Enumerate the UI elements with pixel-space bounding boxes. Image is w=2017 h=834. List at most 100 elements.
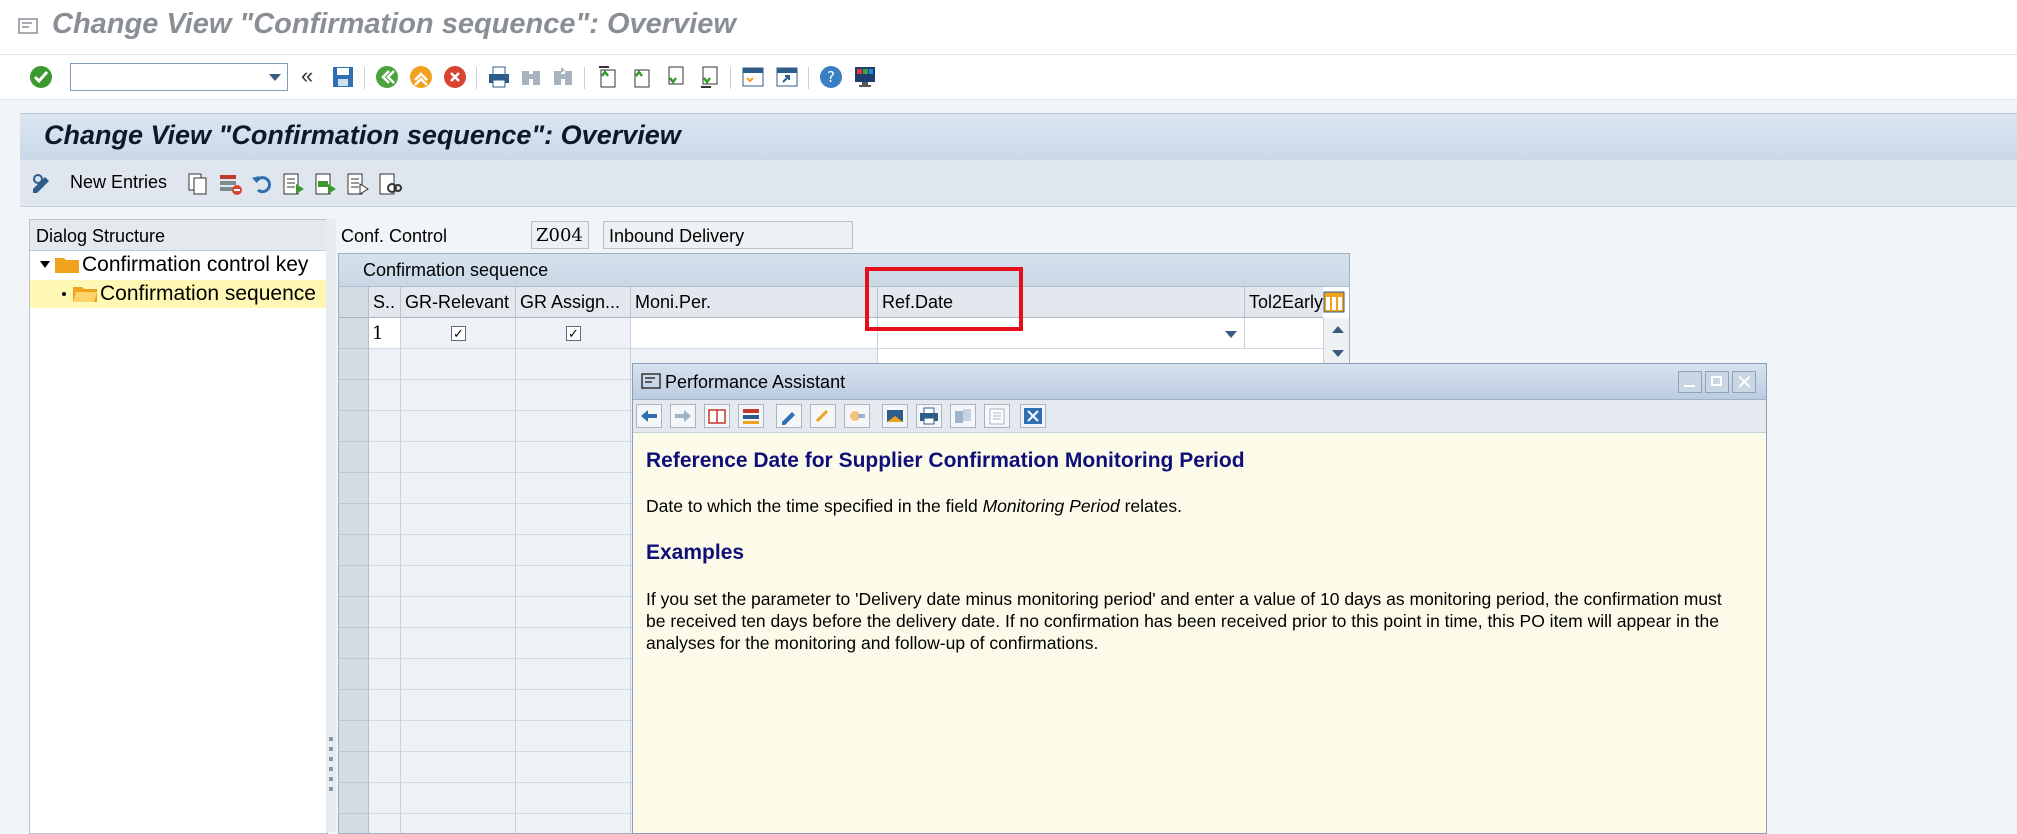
- scroll-down-icon[interactable]: [1332, 350, 1344, 357]
- row-selector[interactable]: [339, 566, 369, 597]
- expand-triangle-icon[interactable]: [40, 261, 50, 268]
- previous-page-button[interactable]: [628, 64, 654, 90]
- row-selector[interactable]: [339, 628, 369, 659]
- pa-copy-button[interactable]: [950, 404, 976, 428]
- print-button[interactable]: [486, 64, 512, 90]
- row-selector[interactable]: [339, 349, 369, 380]
- empty-cell[interactable]: [369, 473, 401, 504]
- command-field[interactable]: [70, 63, 288, 91]
- minimize-button[interactable]: [1678, 371, 1702, 393]
- empty-cell[interactable]: [516, 783, 631, 814]
- row-selector[interactable]: [339, 411, 369, 442]
- next-page-button[interactable]: [662, 64, 688, 90]
- empty-cell[interactable]: [516, 535, 631, 566]
- empty-cell[interactable]: [401, 721, 516, 752]
- empty-cell[interactable]: [516, 380, 631, 411]
- column-header-seq[interactable]: S..: [369, 287, 401, 318]
- empty-cell[interactable]: [401, 504, 516, 535]
- empty-cell[interactable]: [369, 442, 401, 473]
- empty-cell[interactable]: [369, 752, 401, 783]
- app-menu-icon[interactable]: [18, 18, 38, 34]
- empty-cell[interactable]: [516, 628, 631, 659]
- empty-cell[interactable]: [401, 628, 516, 659]
- exit-button[interactable]: [408, 64, 434, 90]
- empty-cell[interactable]: [369, 814, 401, 833]
- enter-button[interactable]: [28, 64, 54, 90]
- empty-cell[interactable]: [516, 473, 631, 504]
- empty-cell[interactable]: [516, 349, 631, 380]
- select-all-rows-corner[interactable]: [339, 287, 369, 318]
- scroll-up-icon[interactable]: [1332, 326, 1344, 333]
- row-selector[interactable]: [339, 690, 369, 721]
- empty-cell[interactable]: [369, 380, 401, 411]
- new-entries-button[interactable]: New Entries: [70, 172, 167, 193]
- pa-back-button[interactable]: [636, 404, 662, 428]
- column-header-gr-relevant[interactable]: GR-Relevant: [401, 287, 516, 318]
- row-selector[interactable]: [339, 752, 369, 783]
- panel-splitter[interactable]: [326, 219, 336, 832]
- empty-cell[interactable]: [516, 597, 631, 628]
- empty-cell[interactable]: [401, 442, 516, 473]
- empty-cell[interactable]: [401, 814, 516, 833]
- select-all-icon[interactable]: [282, 172, 306, 196]
- row-selector[interactable]: [339, 659, 369, 690]
- maximize-button[interactable]: [1705, 371, 1729, 393]
- pa-edit-button[interactable]: [776, 404, 802, 428]
- pa-application-help-button[interactable]: [704, 404, 730, 428]
- empty-cell[interactable]: [401, 659, 516, 690]
- gr-relevant-checkbox[interactable]: ✓: [451, 326, 466, 341]
- empty-cell[interactable]: [369, 597, 401, 628]
- row-selector[interactable]: [339, 473, 369, 504]
- row-selector[interactable]: [339, 721, 369, 752]
- generate-shortcut-button[interactable]: [774, 64, 800, 90]
- empty-cell[interactable]: [401, 535, 516, 566]
- gr-assign-checkbox[interactable]: ✓: [566, 326, 581, 341]
- empty-cell[interactable]: [516, 504, 631, 535]
- pa-print-button[interactable]: [916, 404, 942, 428]
- row-selector[interactable]: [339, 504, 369, 535]
- empty-cell[interactable]: [401, 411, 516, 442]
- last-page-button[interactable]: [696, 64, 722, 90]
- chevron-down-icon[interactable]: [1225, 331, 1237, 338]
- pa-glossary-button[interactable]: [882, 404, 908, 428]
- empty-cell[interactable]: [516, 442, 631, 473]
- row-selector[interactable]: [339, 442, 369, 473]
- empty-cell[interactable]: [369, 690, 401, 721]
- empty-cell[interactable]: [401, 380, 516, 411]
- create-session-button[interactable]: [740, 64, 766, 90]
- empty-cell[interactable]: [369, 566, 401, 597]
- tol2early-input[interactable]: [1245, 318, 1323, 349]
- chevron-down-icon[interactable]: [269, 74, 281, 81]
- cancel-button[interactable]: [442, 64, 468, 90]
- deselect-all-icon[interactable]: [346, 172, 370, 196]
- empty-cell[interactable]: [369, 535, 401, 566]
- empty-cell[interactable]: [516, 659, 631, 690]
- delete-row-icon[interactable]: [218, 172, 242, 196]
- find-button[interactable]: [518, 64, 544, 90]
- empty-cell[interactable]: [369, 721, 401, 752]
- copy-as-icon[interactable]: [186, 172, 210, 196]
- row-selector[interactable]: [339, 318, 369, 349]
- empty-cell[interactable]: [369, 628, 401, 659]
- empty-cell[interactable]: [516, 752, 631, 783]
- empty-cell[interactable]: [369, 659, 401, 690]
- pa-technical-info-button[interactable]: [738, 404, 764, 428]
- empty-cell[interactable]: [401, 473, 516, 504]
- empty-cell[interactable]: [401, 566, 516, 597]
- print-field-list-icon[interactable]: [378, 172, 402, 196]
- empty-cell[interactable]: [369, 504, 401, 535]
- row-selector[interactable]: [339, 380, 369, 411]
- pa-link-button[interactable]: [810, 404, 836, 428]
- pa-forward-button[interactable]: [670, 404, 696, 428]
- empty-cell[interactable]: [401, 783, 516, 814]
- select-block-icon[interactable]: [314, 172, 338, 196]
- empty-cell[interactable]: [369, 783, 401, 814]
- empty-cell[interactable]: [516, 411, 631, 442]
- pa-text-button[interactable]: [984, 404, 1010, 428]
- empty-cell[interactable]: [369, 349, 401, 380]
- column-header-moni-per[interactable]: Moni.Per.: [631, 287, 878, 318]
- empty-cell[interactable]: [369, 411, 401, 442]
- empty-cell[interactable]: [516, 690, 631, 721]
- row-selector[interactable]: [339, 535, 369, 566]
- row-selector[interactable]: [339, 814, 369, 833]
